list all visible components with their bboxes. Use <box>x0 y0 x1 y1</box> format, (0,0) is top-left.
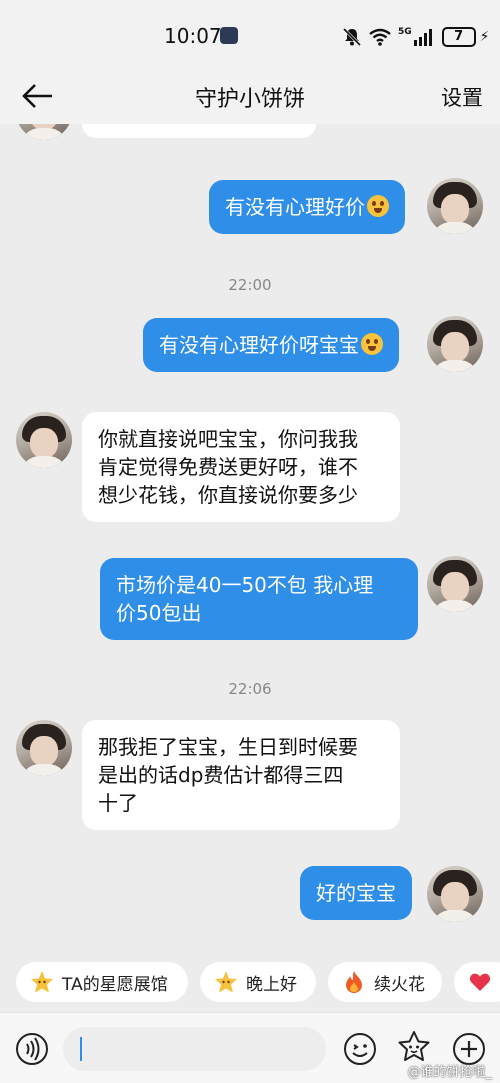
fire-icon <box>342 970 366 994</box>
heart-icon <box>468 970 492 994</box>
text-cursor <box>80 1037 82 1061</box>
wifi-icon <box>369 28 391 46</box>
star-face-icon <box>30 970 54 994</box>
chip-label: 续火花 <box>374 974 425 995</box>
star-face-icon <box>214 970 238 994</box>
status-time: 10:07 <box>164 24 222 48</box>
quick-action-bar: TA的星愿展馆 晚上好 续火花 <box>0 950 500 1012</box>
message-line: 十了 <box>98 791 138 815</box>
battery-icon: 7 <box>441 27 476 47</box>
star-sticker-icon[interactable] <box>397 1030 431 1064</box>
page-title: 守护小饼饼 <box>194 87 305 112</box>
message-line: 你就直接说吧宝宝，你问我我 <box>98 427 358 451</box>
my-avatar[interactable] <box>427 866 483 922</box>
chat-header: 守护小饼饼 设置 <box>0 70 500 124</box>
message-line: 价50包出 <box>116 601 202 625</box>
message-bubble-incoming[interactable]: 那我拒了宝宝，生日到时候要 是出的话dp费估计都得三四 十了 <box>82 720 400 830</box>
watermark: @谁的饼抢啦_ <box>407 1065 492 1080</box>
my-avatar[interactable] <box>427 316 483 372</box>
mute-bell-icon <box>342 27 362 47</box>
chip-continue-spark[interactable]: 续火花 <box>328 962 442 1002</box>
chat-messages: 有没有心理好价 22:00 有没有心理好价呀宝宝 你就直接说吧宝宝，你问我我 肯… <box>0 124 500 950</box>
my-avatar[interactable] <box>427 178 483 234</box>
message-line: 市场价是40一50不包 我心理 <box>116 573 374 597</box>
message-text: 有没有心理好价 <box>225 195 365 219</box>
timestamp: 22:06 <box>228 680 272 698</box>
contact-avatar[interactable] <box>16 720 72 776</box>
chip-label: TA的星愿展馆 <box>62 974 168 995</box>
contact-avatar[interactable] <box>16 124 72 140</box>
network-type: 5G <box>398 26 412 37</box>
message-bubble-partial <box>82 124 316 138</box>
chip-label: 晚上好 <box>246 974 297 995</box>
message-text: 有没有心理好价呀宝宝 <box>159 333 359 357</box>
message-input[interactable] <box>63 1027 326 1071</box>
message-line: 想少花钱，你直接说你要多少 <box>98 483 358 507</box>
heart-eyes-emoji-icon <box>361 333 383 355</box>
message-bubble-outgoing[interactable]: 市场价是40一50不包 我心理 价50包出 <box>100 558 418 640</box>
message-text: 好的宝宝 <box>316 881 396 905</box>
timestamp: 22:00 <box>228 276 272 294</box>
chip-good-evening[interactable]: 晚上好 <box>200 962 316 1002</box>
signal-icon <box>413 29 432 46</box>
status-icons: 5G 7 ⚡ <box>342 24 490 50</box>
charging-bolt-icon: ⚡ <box>479 29 490 45</box>
message-bubble-incoming[interactable]: 你就直接说吧宝宝，你问我我 肯定觉得免费送更好呀，谁不 想少花钱，你直接说你要多… <box>82 412 400 522</box>
message-line: 那我拒了宝宝，生日到时候要 <box>98 735 358 759</box>
status-bar: 10:07 5G 7 ⚡ <box>0 0 500 70</box>
chip-star-wish-gallery[interactable]: TA的星愿展馆 <box>16 962 188 1002</box>
smiley-icon[interactable] <box>343 1032 377 1066</box>
message-bubble-outgoing[interactable]: 好的宝宝 <box>300 866 412 920</box>
message-line: 是出的话dp费估计都得三四 <box>98 763 344 787</box>
settings-button[interactable]: 设置 <box>441 82 483 112</box>
app-notification-icon <box>220 27 238 44</box>
voice-icon[interactable] <box>15 1032 49 1066</box>
contact-avatar[interactable] <box>16 412 72 468</box>
message-line: 肯定觉得免费送更好呀，谁不 <box>98 455 358 479</box>
heart-eyes-emoji-icon <box>367 195 389 217</box>
my-avatar[interactable] <box>427 556 483 612</box>
message-bubble-outgoing[interactable]: 有没有心理好价呀宝宝 <box>143 318 399 372</box>
chip-heart[interactable] <box>454 962 500 1002</box>
message-bubble-outgoing[interactable]: 有没有心理好价 <box>209 180 405 234</box>
message-input-bar: @谁的饼抢啦_ <box>0 1012 500 1083</box>
